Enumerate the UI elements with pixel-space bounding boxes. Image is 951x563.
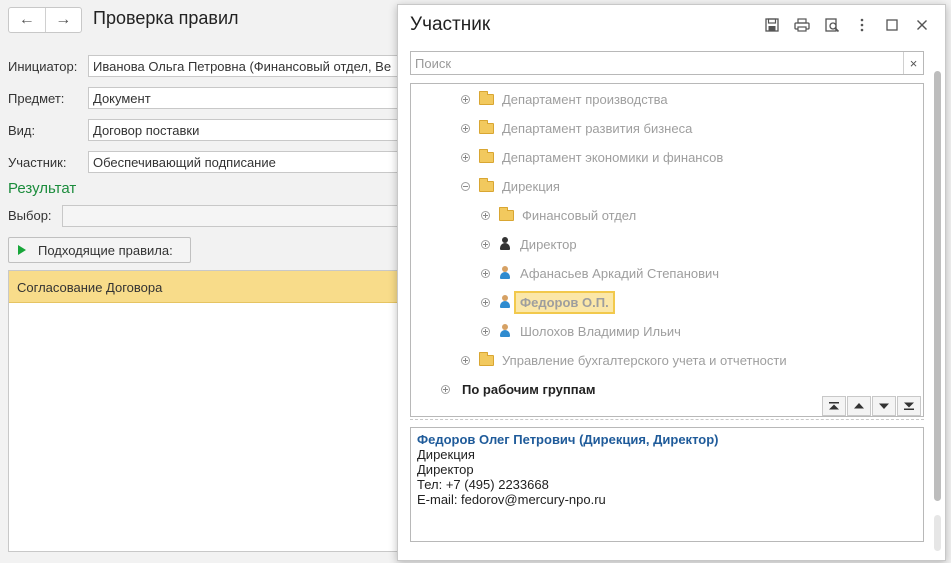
folder-icon <box>499 206 514 221</box>
move-down-button[interactable] <box>872 396 896 416</box>
tree-label: Афанасьев Аркадий Степанович <box>520 265 720 281</box>
tree-row[interactable]: По рабочим группам <box>441 378 595 400</box>
expand-icon[interactable] <box>461 355 470 365</box>
tree-row[interactable]: Департамент экономики и финансов <box>461 146 723 168</box>
move-last-button[interactable] <box>897 396 921 416</box>
expand-icon[interactable] <box>481 239 490 249</box>
tree-label: Департамент экономики и финансов <box>502 149 724 165</box>
participant-phone: Тел: +7 (495) 2233668 <box>417 477 549 492</box>
search-box: × <box>410 51 924 75</box>
choice-field[interactable] <box>62 205 398 227</box>
expand-icon[interactable] <box>461 152 470 162</box>
first-icon <box>829 402 839 410</box>
folder-icon <box>479 90 494 105</box>
tree-label: Департамент развития бизнеса <box>502 120 693 136</box>
navigation-buttons: ← → <box>8 7 82 33</box>
forward-button[interactable]: → <box>44 8 82 32</box>
search-input[interactable] <box>411 52 903 74</box>
matching-rules-label: Подходящие правила: <box>38 242 173 258</box>
tree-row[interactable]: Финансовый отдел <box>481 204 636 226</box>
tree-row[interactable]: Дирекция <box>461 175 560 197</box>
tree-row[interactable]: Департамент производства <box>461 88 668 110</box>
initiator-label: Инициатор: <box>8 59 78 74</box>
position-icon <box>499 237 510 251</box>
move-up-button[interactable] <box>847 396 871 416</box>
dialog-title: Участник <box>410 14 491 35</box>
expand-icon[interactable] <box>461 123 470 133</box>
scrollbar-track[interactable] <box>934 515 941 551</box>
last-icon <box>904 402 914 410</box>
scrollbar[interactable] <box>934 71 941 501</box>
folder-icon <box>479 119 494 134</box>
tree-label: Федоров О.П. <box>514 290 615 314</box>
preview-icon[interactable] <box>821 15 843 35</box>
folder-icon <box>479 148 494 163</box>
tree-label: Дирекция <box>502 178 560 194</box>
expand-icon[interactable] <box>461 94 470 104</box>
print-icon[interactable] <box>791 15 813 35</box>
close-icon[interactable] <box>911 15 933 35</box>
subject-field[interactable]: Документ <box>88 87 398 109</box>
folder-icon <box>479 351 494 366</box>
tree-label: По рабочим группам <box>462 381 596 397</box>
page-title: Проверка правил <box>93 8 239 28</box>
folder-icon <box>479 177 494 192</box>
clear-search-button[interactable]: × <box>903 52 923 74</box>
down-icon <box>879 403 889 409</box>
participant-email: E-mail: fedorov@mercury-npo.ru <box>417 492 606 507</box>
type-label: Вид: <box>8 123 36 138</box>
tree-label: Директор <box>520 236 577 252</box>
choice-label: Выбор: <box>8 208 52 223</box>
user-icon <box>499 266 510 280</box>
participant-position: Директор <box>417 462 474 477</box>
matching-rules-button[interactable]: Подходящие правила: <box>8 237 191 263</box>
tree-row[interactable]: Директор <box>481 233 577 255</box>
tree-label: Финансовый отдел <box>522 207 637 223</box>
list-item[interactable]: Согласование Договора <box>9 271 399 303</box>
expand-icon[interactable] <box>481 297 490 307</box>
arrow-left-icon: ← <box>18 11 35 28</box>
up-icon <box>854 403 864 409</box>
initiator-field[interactable]: Иванова Ольга Петровна (Финансовый отдел… <box>88 55 398 77</box>
save-icon[interactable] <box>761 15 783 35</box>
tree-row-selected[interactable]: Федоров О.П. <box>481 290 615 314</box>
tree-row[interactable]: Департамент развития бизнеса <box>461 117 692 139</box>
dialog-toolbar <box>753 15 933 35</box>
expand-icon[interactable] <box>481 210 490 220</box>
collapse-icon[interactable] <box>461 181 470 191</box>
arrow-right-icon: → <box>55 11 72 28</box>
participant-label: Участник: <box>8 155 67 170</box>
back-button[interactable]: ← <box>9 8 45 32</box>
tree-navigation <box>821 396 921 416</box>
participant-department: Дирекция <box>417 447 475 462</box>
tree-row[interactable]: Шолохов Владимир Ильич <box>481 320 681 342</box>
tree-label: Шолохов Владимир Ильич <box>520 323 681 339</box>
tree-row[interactable]: Афанасьев Аркадий Степанович <box>481 262 719 284</box>
more-icon[interactable] <box>851 15 873 35</box>
user-icon <box>499 295 510 309</box>
splitter[interactable] <box>410 419 924 420</box>
participant-dialog: Участник × Департамент производства <box>397 4 946 561</box>
participant-tree: Департамент производства Департамент раз… <box>410 83 924 417</box>
participant-name: Федоров Олег Петрович (Дирекция, Директо… <box>417 432 719 447</box>
maximize-icon[interactable] <box>881 15 903 35</box>
play-icon <box>18 245 26 255</box>
tree-label: Управление бухгалтерского учета и отчетн… <box>502 352 787 368</box>
move-first-button[interactable] <box>822 396 846 416</box>
participant-info: Федоров Олег Петрович (Дирекция, Директо… <box>410 427 924 542</box>
subject-label: Предмет: <box>8 91 65 106</box>
type-field[interactable]: Договор поставки <box>88 119 398 141</box>
result-heading: Результат <box>8 180 77 197</box>
tree-label: Департамент производства <box>502 91 668 107</box>
participant-field[interactable]: Обеспечивающий подписание <box>88 151 398 173</box>
expand-icon[interactable] <box>481 326 490 336</box>
expand-icon[interactable] <box>481 268 490 278</box>
tree-row[interactable]: Управление бухгалтерского учета и отчетн… <box>461 349 787 371</box>
user-icon <box>499 324 510 338</box>
rules-list: Согласование Договора <box>8 270 400 552</box>
expand-icon[interactable] <box>441 384 450 394</box>
